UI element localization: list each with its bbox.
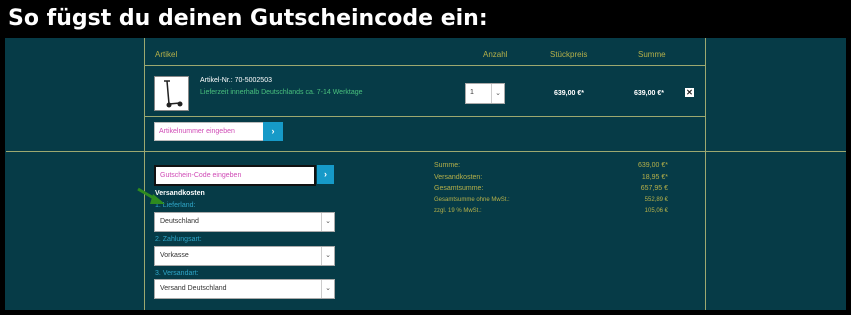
delivery-time: Lieferzeit innerhalb Deutschlands ca. 7-…	[200, 89, 363, 96]
summary-value: 657,95 €	[640, 185, 668, 192]
summary-value: 105,06 €	[644, 208, 668, 214]
shipping-method-value: Versand Deutschland	[160, 285, 227, 292]
article-input-placeholder: Artikelnummer eingeben	[159, 128, 235, 135]
payment-select[interactable]: Vorkasse ⌄	[154, 246, 335, 266]
summary-label: Summe:	[434, 162, 461, 169]
summary-value: 552,89 €	[644, 197, 668, 203]
line-total: 639,00 €*	[634, 90, 664, 97]
redeem-voucher-button[interactable]: ›	[317, 165, 334, 184]
chevron-down-icon: ⌄	[321, 280, 334, 298]
chevron-down-icon: ⌄	[321, 247, 334, 265]
shipping-method-select[interactable]: Versand Deutschland ⌄	[154, 279, 335, 299]
unit-price: 639,00 €*	[554, 90, 584, 97]
divider	[145, 116, 705, 117]
chevron-down-icon: ⌄	[321, 213, 334, 231]
voucher-code-input[interactable]: Gutschein-Code eingeben	[154, 165, 316, 186]
header-qty: Anzahl	[483, 50, 508, 59]
summary-label: Gesamtsumme:	[434, 185, 484, 192]
country-value: Deutschland	[160, 218, 199, 225]
quantity-select[interactable]: 1 ⌄	[465, 83, 505, 104]
step-label-shipping: 3. Versandart:	[155, 270, 199, 277]
cart-header: Artikel Anzahl Stückpreis Summe	[145, 38, 705, 66]
shop-screenshot: Artikel Anzahl Stückpreis Summe Artikel-…	[5, 38, 846, 310]
summary-value: 639,00 €*	[638, 162, 668, 169]
summary-label: Gesamtsumme ohne MwSt.:	[434, 197, 510, 203]
summary-value: 18,95 €*	[641, 174, 668, 181]
header-total: Summe	[638, 50, 666, 59]
quantity-value: 1	[470, 89, 474, 96]
header-article: Artikel	[155, 50, 178, 59]
article-number-input[interactable]: Artikelnummer eingeben	[154, 122, 264, 141]
summary-label: Versandkosten:	[434, 174, 483, 181]
article-number: Artikel-Nr.: 70-5002503	[200, 77, 272, 84]
add-article-button[interactable]: ›	[263, 122, 283, 141]
headline: So fügst du deinen Gutscheincode ein:	[8, 6, 488, 31]
product-thumbnail[interactable]	[154, 76, 189, 111]
cart-panel: Artikel Anzahl Stückpreis Summe Artikel-…	[6, 38, 846, 310]
header-unit-price: Stückpreis	[550, 50, 588, 59]
scooter-icon	[164, 80, 183, 108]
country-select[interactable]: Deutschland ⌄	[154, 212, 335, 232]
remove-item-button[interactable]: ✕	[685, 88, 694, 97]
payment-value: Vorkasse	[160, 252, 189, 259]
voucher-input-placeholder: Gutschein-Code eingeben	[160, 172, 242, 179]
divider	[6, 151, 846, 152]
step-label-payment: 2. Zahlungsart:	[155, 236, 202, 243]
pointer-arrow-icon	[137, 187, 165, 204]
chevron-down-icon: ⌄	[491, 84, 504, 103]
summary-label: zzgl. 19 % MwSt.:	[434, 208, 482, 214]
